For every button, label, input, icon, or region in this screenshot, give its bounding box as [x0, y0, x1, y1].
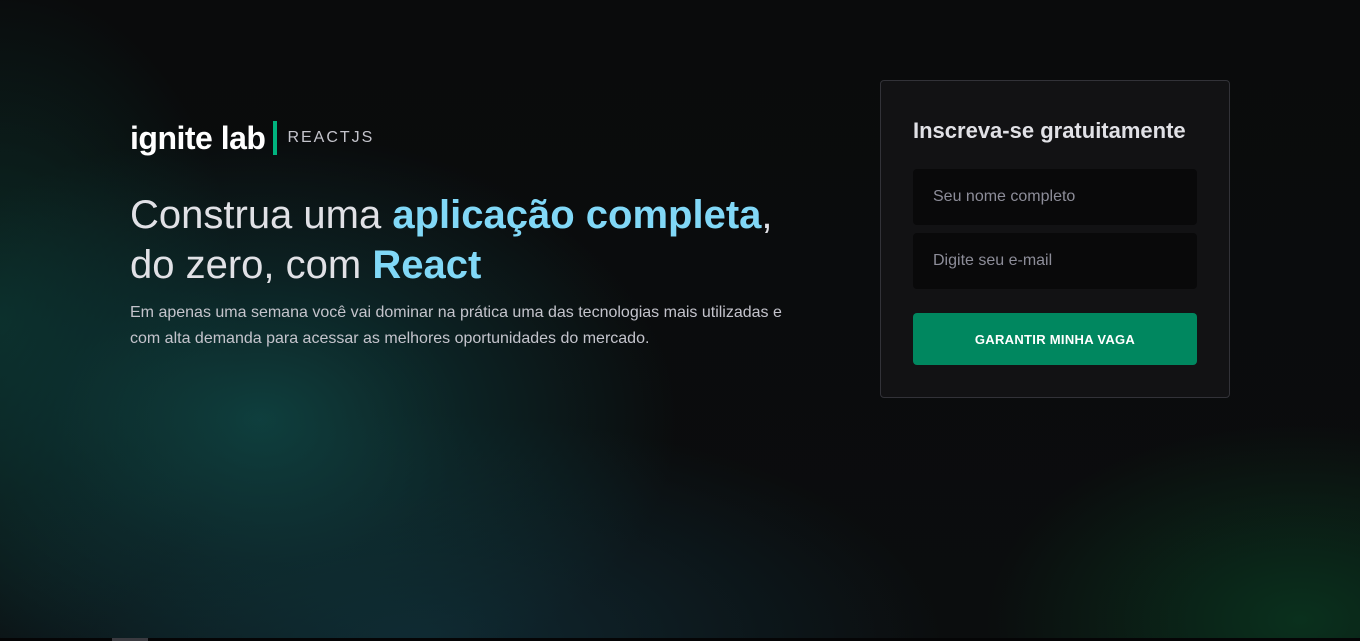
name-input[interactable]: [913, 169, 1197, 225]
headline-text-1: Construa uma: [130, 193, 393, 237]
email-input[interactable]: [913, 233, 1197, 289]
signup-title: Inscreva-se gratuitamente: [913, 118, 1186, 143]
logo-track-label: REACTJS: [287, 129, 375, 146]
logo-divider: [273, 121, 278, 155]
hero-section: ignite lab REACTJS Construa uma aplicaçã…: [130, 118, 790, 352]
signup-card: Inscreva-se gratuitamente GARANTIR MINHA…: [880, 80, 1230, 398]
headline-text-2: ,: [761, 193, 773, 237]
headline-highlight-1: aplicação completa: [392, 193, 762, 237]
logo-wordmark: ignite lab: [130, 119, 266, 156]
brand-logo: ignite lab REACTJS: [130, 118, 790, 158]
hero-description: Em apenas uma semana você vai dominar na…: [130, 304, 782, 347]
submit-button[interactable]: GARANTIR MINHA VAGA: [913, 313, 1197, 365]
signup-form: GARANTIR MINHA VAGA: [913, 169, 1197, 365]
headline-highlight-2: React: [372, 243, 482, 287]
page-content: ignite lab REACTJS Construa uma aplicaçã…: [0, 0, 1360, 641]
headline-text-3: do zero, com: [130, 243, 373, 287]
hero-headline: Construa uma aplicação completa, do zero…: [130, 190, 790, 290]
